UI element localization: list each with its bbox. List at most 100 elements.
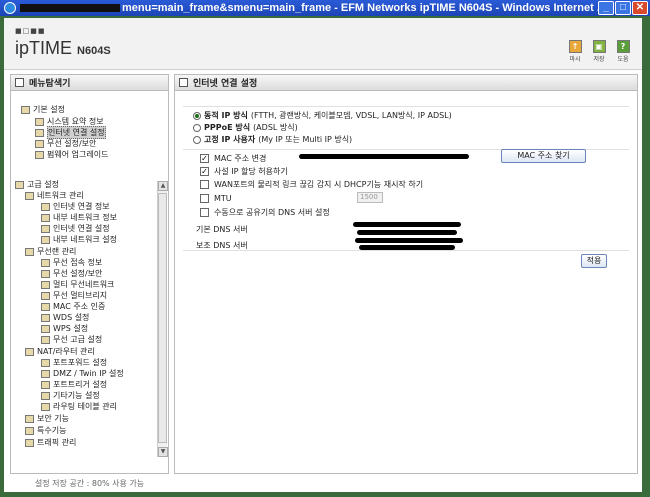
menu-item-wds[interactable]: WDS 설정	[41, 312, 89, 323]
menu-item-wireless-security[interactable]: 무선 설정/보안	[35, 138, 96, 149]
menu-item-port-forward[interactable]: 포트포워드 설정	[41, 357, 107, 368]
search-icon	[15, 78, 24, 87]
page-icon	[41, 324, 50, 333]
menu-group-special[interactable]: 특수기능	[25, 425, 66, 436]
menu-panel: 메뉴탐색기 기본 설정 시스템 요약 정보 인터넷 연결 설정 무선 설정/보안…	[10, 74, 169, 474]
menu-item-internet-info[interactable]: 인터넷 연결 정보	[41, 201, 110, 212]
divider	[183, 250, 629, 251]
page-icon	[41, 269, 50, 278]
menu-basic-settings[interactable]: 기본 설정	[21, 104, 65, 115]
checkbox-mtu[interactable]	[200, 193, 209, 203]
content-title: 인터넷 연결 설정	[193, 79, 258, 89]
option-manual-dns[interactable]: 수동으로 공유기의 DNS 서버 설정	[200, 206, 330, 218]
menu-group-nat[interactable]: NAT/라우터 관리	[25, 346, 95, 357]
page-icon	[41, 302, 50, 311]
menu-scrollbar[interactable]: ▲ ▼	[157, 181, 168, 457]
radio-dot[interactable]	[193, 123, 201, 132]
router-admin-page: ■□■■ ipTIME N604S ↑ 마시 ▣ 저장 ? 도움 메뉴탐색기 기…	[4, 18, 642, 492]
scroll-thumb[interactable]	[158, 193, 167, 443]
primary-dns-label: 기본 DNS 서버	[196, 225, 248, 234]
option-mac-change[interactable]: ✓ MAC 주소 변경	[200, 152, 266, 164]
radio-dynamic-ip[interactable]: 동적 IP 방식 (FTTH, 광랜방식, 케이블모뎀, VDSL, LAN방식,…	[193, 110, 452, 121]
find-mac-button[interactable]: MAC 주소 찾기	[501, 149, 586, 163]
header-action-refresh[interactable]: ↑ 마시	[566, 40, 584, 63]
folder-icon	[25, 426, 34, 435]
page-icon	[41, 258, 50, 267]
header-action-help[interactable]: ? 도움	[614, 40, 632, 63]
menu-item-port-trigger[interactable]: 포트트리거 설정	[41, 379, 107, 390]
menu-item-wps[interactable]: WPS 설정	[41, 323, 88, 334]
mtu-input[interactable]: 1500	[357, 192, 383, 203]
page-icon	[35, 117, 44, 126]
menu-group-security[interactable]: 보안 기능	[25, 413, 69, 424]
ie-icon	[4, 2, 16, 14]
page-icon	[41, 291, 50, 300]
content-panel: 인터넷 연결 설정 동적 IP 방식 (FTTH, 광랜방식, 케이블모뎀, VD…	[174, 74, 638, 474]
scroll-down-icon[interactable]: ▼	[158, 447, 168, 457]
checkbox-manual-dns[interactable]	[200, 207, 209, 217]
redacted-dns-primary-2	[357, 230, 457, 235]
page-icon	[41, 358, 50, 367]
menu-item-internet-setup[interactable]: 인터넷 연결 설정	[35, 126, 106, 139]
menu-group-traffic[interactable]: 트래픽 관리	[25, 437, 76, 448]
save-icon: ▣	[592, 40, 606, 53]
header: ■□■■ ipTIME N604S ↑ 마시 ▣ 저장 ? 도움	[4, 18, 642, 70]
folder-icon	[25, 247, 34, 256]
menu-item-wireless-advanced[interactable]: 무선 고급 설정	[41, 334, 102, 345]
radio-dot[interactable]	[193, 135, 201, 144]
folder-icon	[15, 180, 24, 189]
option-mtu[interactable]: MTU	[200, 192, 232, 204]
redacted-url	[20, 4, 120, 12]
storage-status: 설정 저장 공간 : 80% 사용 가능	[34, 479, 145, 488]
folder-icon	[25, 191, 34, 200]
menu-group-network[interactable]: 네트워크 관리	[25, 190, 84, 201]
menu-item-multi-ssid[interactable]: 멀티 무선네트워크	[41, 279, 114, 290]
menu-group-wireless[interactable]: 무선랜 관리	[25, 246, 76, 257]
menu-item-mac-auth[interactable]: MAC 주소 인증	[41, 301, 105, 312]
radio-dot[interactable]	[193, 111, 201, 120]
option-private-ip[interactable]: ✓ 사설 IP 할당 허용하기	[200, 165, 288, 177]
menu-item-multibridge[interactable]: 무선 멀티브리지	[41, 290, 107, 301]
help-icon: ?	[616, 40, 630, 53]
maximize-button[interactable]: □	[615, 1, 631, 15]
folder-icon	[25, 438, 34, 447]
page-icon	[41, 235, 50, 244]
menu-item-wireless-sec-adv[interactable]: 무선 설정/보안	[41, 268, 102, 279]
radio-static-ip[interactable]: 고정 IP 사용자 (My IP 또는 Multi IP 방식)	[193, 134, 352, 145]
page-icon	[41, 380, 50, 389]
menu-item-firmware-upgrade[interactable]: 펌웨어 업그레이드	[35, 149, 108, 160]
menu-item-lan-setup[interactable]: 내부 네트워크 설정	[41, 234, 117, 245]
menu-item-lan-info[interactable]: 내부 네트워크 정보	[41, 212, 117, 223]
menu-title: 메뉴탐색기	[29, 79, 71, 89]
page-icon	[41, 202, 50, 211]
arrow-up-icon: ↑	[568, 40, 582, 53]
option-dhcp-restart[interactable]: WAN포트의 물리적 링크 끊김 감지 시 DHCP기능 재시작 하기	[200, 178, 423, 190]
logo: ipTIME N604S	[15, 38, 111, 58]
menu-item-routing-table[interactable]: 라우팅 테이블 관리	[41, 401, 117, 412]
window-title: menu=main_frame&smenu=main_frame - EFM N…	[122, 2, 607, 14]
page-icon	[41, 280, 50, 289]
apply-button[interactable]: 적용	[581, 254, 607, 268]
menu-item-dmz[interactable]: DMZ / Twin IP 설정	[41, 368, 124, 379]
header-action-save[interactable]: ▣ 저장	[590, 40, 608, 63]
menu-item-misc[interactable]: 기타기능 설정	[41, 390, 100, 401]
redacted-mac	[299, 154, 469, 159]
menu-item-wireless-info[interactable]: 무선 접속 정보	[41, 257, 102, 268]
folder-icon	[25, 347, 34, 356]
page-icon	[41, 313, 50, 322]
divider	[183, 106, 629, 107]
redacted-dns-primary	[353, 222, 461, 227]
menu-item-internet-setup-adv[interactable]: 인터넷 연결 설정	[41, 223, 110, 234]
radio-pppoe[interactable]: PPPoE 방식 (ADSL 방식)	[193, 122, 298, 133]
checkbox-dhcp-restart[interactable]	[200, 179, 209, 189]
minimize-button[interactable]: _	[598, 1, 614, 15]
checkbox-private-ip[interactable]: ✓	[200, 166, 209, 176]
menu-advanced-settings[interactable]: 고급 설정	[15, 179, 59, 190]
checkbox-mac-change[interactable]: ✓	[200, 153, 209, 163]
page-icon	[179, 78, 188, 87]
close-button[interactable]: ✕	[632, 1, 648, 15]
page-icon	[35, 150, 44, 159]
content-panel-header: 인터넷 연결 설정	[175, 75, 637, 91]
window-titlebar: menu=main_frame&smenu=main_frame - EFM N…	[0, 0, 650, 16]
scroll-up-icon[interactable]: ▲	[158, 181, 168, 191]
